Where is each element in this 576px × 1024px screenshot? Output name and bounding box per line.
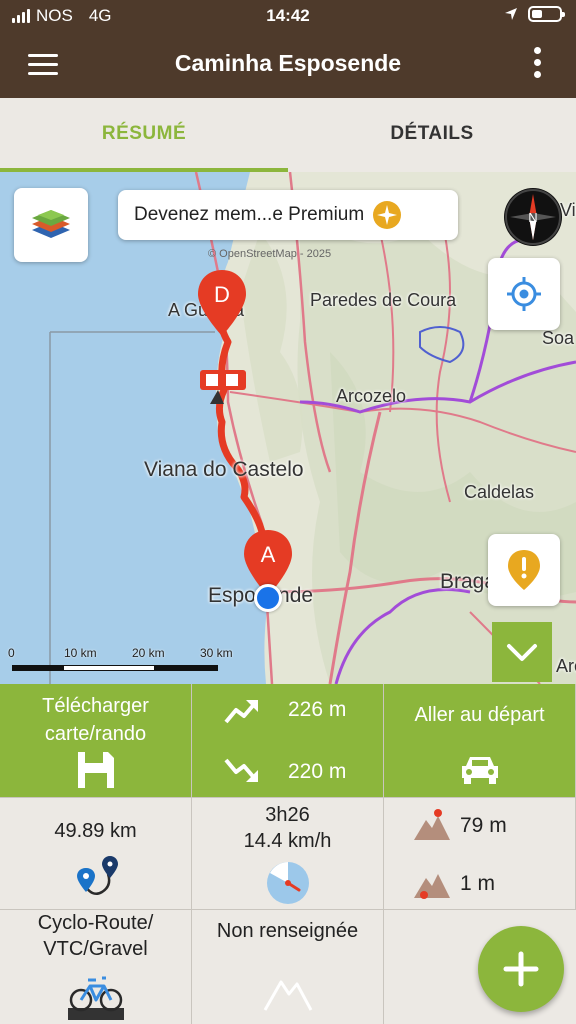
scale-bar: 0 10 km 20 km 30 km [8, 646, 248, 674]
download-button[interactable]: Télécharger carte/rando [0, 684, 192, 798]
location-arrow-icon [505, 8, 517, 20]
descent-value: 220 m [288, 760, 347, 783]
place-label-vilas: Vilas [560, 200, 576, 220]
scale-line [12, 665, 218, 671]
min-altitude-value: 1 m [460, 872, 496, 895]
scale-label-10: 10 km [64, 646, 97, 660]
difficulty-value: Non renseignée [216, 920, 359, 942]
chevron-down-icon [507, 644, 537, 661]
scale-label-20: 20 km [132, 646, 165, 660]
collapse-map-button[interactable] [492, 622, 552, 682]
activity-cell: Cyclo-Route/ VTC/Gravel [0, 910, 192, 1024]
clock: 14:42 [266, 6, 310, 25]
altitude-cell: 79 m 1 m [384, 798, 576, 910]
map-credit: © OpenStreetMap - 2025 [208, 248, 332, 260]
map-layers-button[interactable] [14, 188, 88, 262]
end-marker-label: D [214, 282, 230, 307]
download-label: Télécharger carte/rando [42, 695, 149, 745]
warning-icon [508, 550, 540, 590]
locate-button[interactable] [488, 258, 560, 330]
premium-banner-text: Devenez mem...e Premium [134, 204, 365, 225]
plus-icon [503, 951, 539, 987]
distance-value: 49.89 km [54, 820, 137, 842]
floppy-disk-icon [78, 752, 114, 788]
difficulty-cell: Non renseignée [192, 910, 384, 1024]
layers-icon [32, 210, 70, 238]
bicycle-icon [68, 976, 124, 1020]
ascent-icon [224, 700, 258, 724]
place-label-soa: Soa [542, 328, 575, 348]
elevation-cell: 226 m 220 m [192, 684, 384, 798]
activity-value: Cyclo-Route/ VTC/Gravel [37, 912, 154, 960]
premium-star-icon [373, 201, 402, 229]
go-to-start-label: Aller au départ [414, 704, 545, 726]
go-to-start-button[interactable]: Aller au départ [384, 684, 576, 798]
scale-label-30: 30 km [200, 646, 233, 660]
app-bar: Caminha Esposende [0, 32, 576, 98]
route-pins-icon [77, 856, 118, 895]
more-options-icon[interactable] [534, 47, 542, 83]
premium-banner[interactable]: Devenez mem...e Premium [118, 190, 458, 240]
mountain-high-icon [414, 809, 450, 840]
user-location-dot [254, 584, 282, 612]
battery-icon [528, 6, 565, 22]
status-right [504, 6, 565, 22]
duration-cell: 3h26 14.4 km/h [192, 798, 384, 910]
place-label-caldelas: Caldelas [464, 482, 535, 502]
speed-value: 14.4 km/h [243, 830, 332, 852]
svg-text:N: N [528, 210, 537, 225]
start-marker-label: A [260, 542, 276, 567]
mountain-outline-icon [263, 980, 313, 1011]
car-icon [462, 757, 498, 784]
place-label-paredes-de-coura: Paredes de Coura [310, 290, 457, 310]
status-bar: NOS 4G 14:42 [0, 0, 576, 32]
ascent-value: 226 m [288, 698, 347, 721]
compass-icon: N [505, 189, 561, 245]
scale-label-0: 0 [8, 646, 15, 660]
tab-details[interactable]: DÉTAILS [288, 98, 576, 172]
tab-bar: RÉSUMÉ DÉTAILS [0, 98, 576, 172]
distance-cell: 49.89 km [0, 798, 192, 910]
place-label-arcozelo: Arcozelo [336, 386, 407, 406]
page-title: Caminha Esposende [174, 50, 402, 76]
max-altitude-value: 79 m [460, 814, 507, 837]
tab-resume[interactable]: RÉSUMÉ [0, 98, 288, 172]
duration-value: 3h26 [265, 804, 310, 826]
map-view[interactable]: A Guarda Paredes de Coura Arcozelo Viana… [0, 172, 576, 684]
descent-icon [224, 758, 258, 782]
warning-button[interactable] [488, 534, 560, 606]
compass-button[interactable]: N [504, 188, 562, 246]
place-label-arca: Arca [556, 656, 576, 676]
place-label-viana: Viana do Castelo [144, 458, 304, 481]
stopwatch-icon [267, 862, 309, 904]
mountain-low-icon [414, 874, 450, 899]
locate-icon [507, 277, 541, 311]
add-button[interactable] [478, 926, 564, 1012]
